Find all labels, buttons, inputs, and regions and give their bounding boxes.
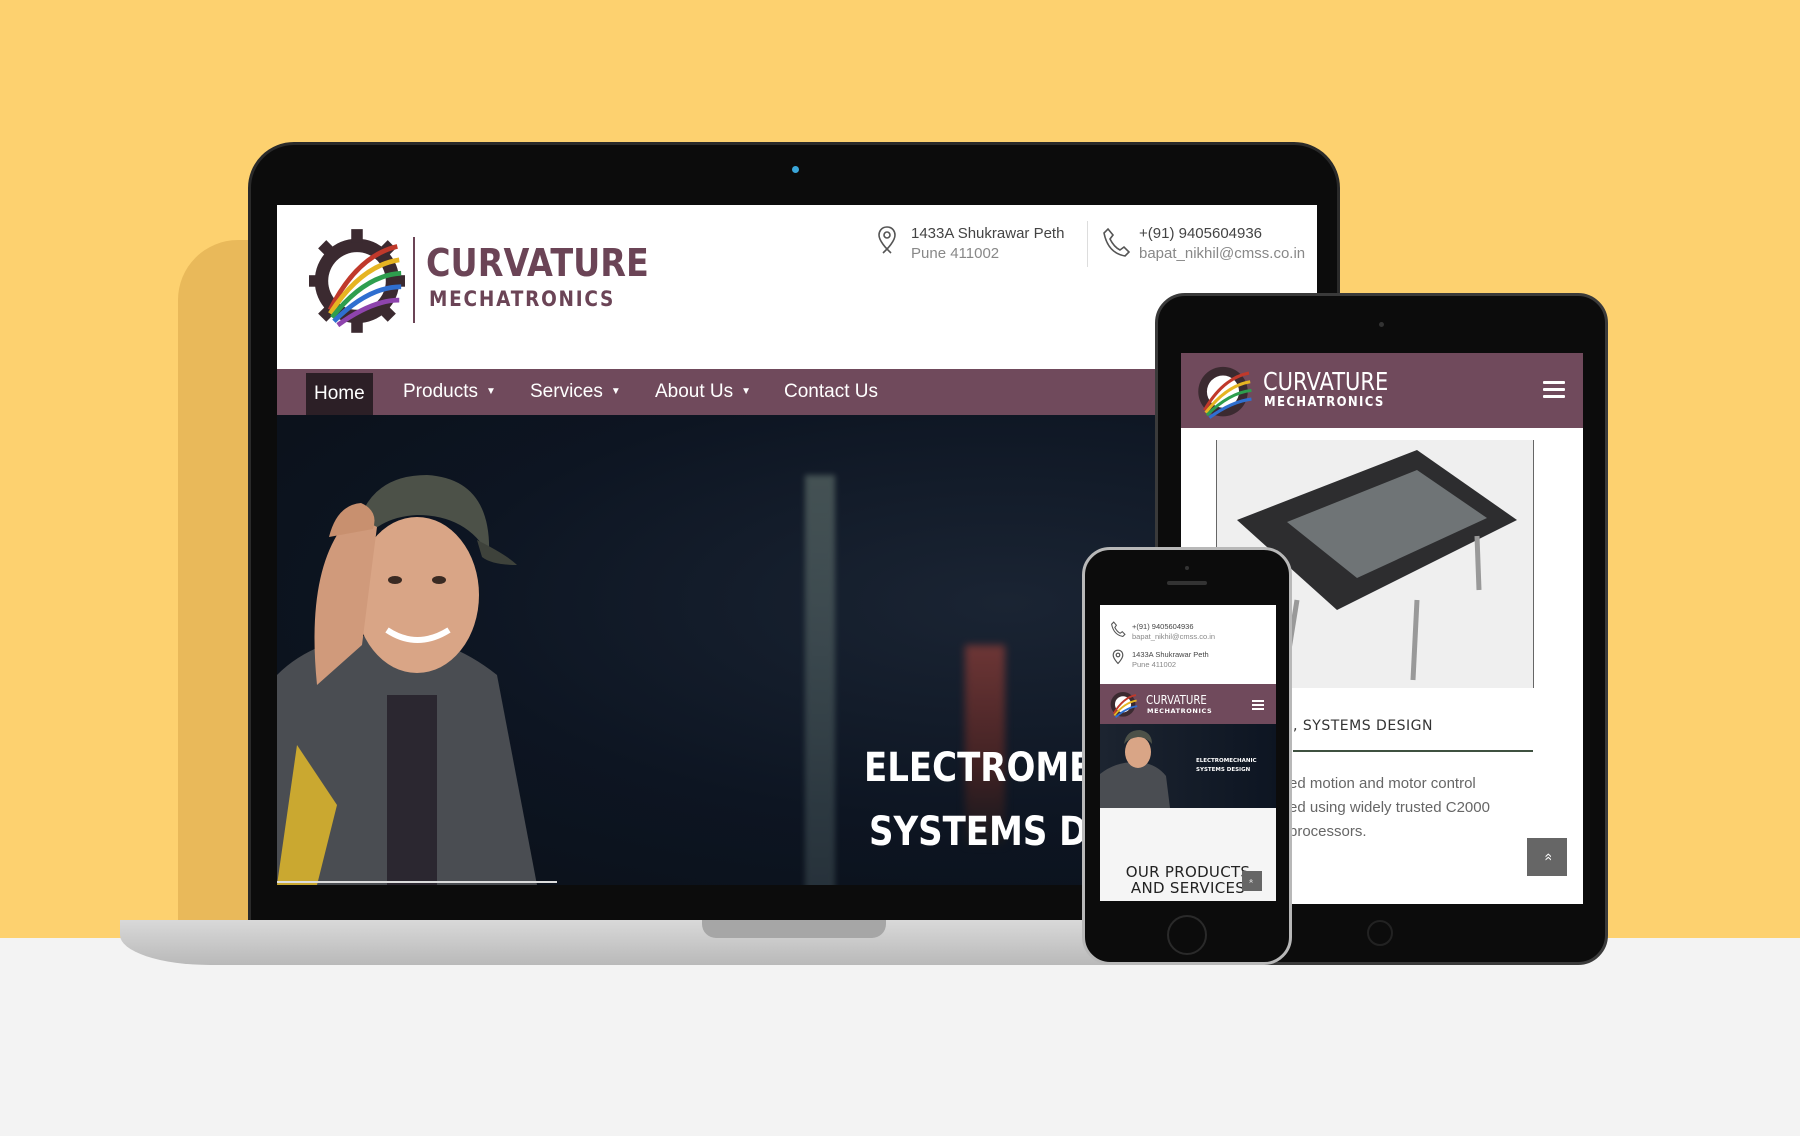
nav-services-label: Services	[530, 381, 603, 403]
tablet-header: CURVATURE MECHATRONICS	[1181, 353, 1583, 428]
tablet-desc-line1: ed motion and motor control	[1289, 775, 1476, 792]
phone-screen-address1: 1433A Shukrawar Peth	[1132, 650, 1209, 659]
phone-screen: +(91) 9405604936 bapat_nikhil@cmss.co.in…	[1100, 605, 1276, 901]
email-address[interactable]: bapat_nikhil@cmss.co.in	[1139, 245, 1305, 262]
hamburger-menu-icon[interactable]	[1252, 700, 1264, 710]
hero-background-tower	[805, 475, 835, 885]
phone-screen-address2: Pune 411002	[1132, 660, 1177, 669]
nav-contact-us[interactable]: Contact Us	[784, 369, 878, 415]
chevron-up-icon: »	[1248, 879, 1255, 883]
tablet-card-title: , SYSTEMS DESIGN	[1293, 718, 1434, 734]
gear-logo-icon	[309, 229, 405, 333]
caret-down-icon: ▼	[741, 386, 752, 397]
hero-progress-line	[277, 881, 557, 883]
tablet-desc-line3: processors.	[1289, 823, 1367, 840]
hamburger-menu-icon[interactable]	[1543, 381, 1565, 399]
background-floor	[0, 938, 1800, 1136]
nav-about-us[interactable]: About Us ▼	[655, 369, 751, 415]
hero-worker-image	[277, 475, 537, 885]
caret-down-icon: ▼	[485, 386, 496, 397]
nav-home[interactable]: Home	[306, 373, 373, 415]
header-divider	[1087, 221, 1088, 267]
tablet-desc-line2: ed using widely trusted C2000	[1289, 799, 1490, 816]
phone-number[interactable]: +(91) 9405604936	[1139, 225, 1262, 242]
nav-about-label: About Us	[655, 381, 734, 403]
phone-icon	[1111, 621, 1126, 637]
chevron-up-icon: »	[1538, 853, 1555, 861]
phone-hero-line1: ELECTROMECHANIC	[1196, 758, 1257, 764]
phone-logo-title: CURVATURE	[1146, 693, 1207, 707]
map-pin-icon	[1112, 649, 1124, 665]
nav-contact-label: Contact Us	[784, 381, 878, 402]
tablet-logo-subtitle: MECHATRONICS	[1264, 395, 1385, 410]
phone-icon	[1103, 227, 1130, 257]
logo-separator	[413, 237, 415, 323]
phone-hero-banner: ELECTROMECHANIC SYSTEMS DESIGN	[1100, 724, 1276, 808]
hero-worker-image	[1100, 730, 1170, 808]
caret-down-icon: ▼	[610, 386, 621, 397]
phone-hero-line2: SYSTEMS DESIGN	[1196, 767, 1251, 773]
tablet-camera	[1379, 322, 1384, 327]
phone-products-section: OUR PRODUCTS AND SERVICES »	[1100, 808, 1276, 901]
phone-hero-title: ELECTROMECHANIC SYSTEMS DESIGN	[1196, 757, 1257, 775]
phone-speaker	[1167, 581, 1207, 585]
gear-logo-icon	[1198, 366, 1252, 419]
address-line2: Pune 411002	[911, 245, 1000, 262]
tablet-logo-title: CURVATURE	[1263, 367, 1389, 396]
tablet-home-button	[1367, 920, 1393, 946]
map-pin-icon	[878, 226, 896, 254]
nav-home-label: Home	[314, 383, 365, 404]
laptop-notch	[702, 920, 886, 938]
phone-camera	[1185, 566, 1189, 570]
logo-title: CURVATURE	[426, 241, 649, 285]
phone-screen-phone[interactable]: +(91) 9405604936	[1132, 622, 1194, 631]
back-to-top-button[interactable]: »	[1527, 838, 1567, 876]
address-line1: 1433A Shukrawar Peth	[911, 225, 1065, 242]
nav-services[interactable]: Services ▼	[530, 369, 621, 415]
hero-title-line1: ELECTROMEC	[864, 745, 1118, 791]
phone-home-button	[1167, 915, 1207, 955]
laptop-camera	[792, 166, 799, 173]
logo-subtitle: MECHATRONICS	[429, 287, 616, 311]
tablet-card-rule	[1293, 750, 1533, 752]
nav-products-label: Products	[403, 381, 478, 403]
back-to-top-button[interactable]: »	[1242, 871, 1262, 891]
phone-navbar: CURVATURE MECHATRONICS	[1100, 684, 1276, 724]
phone-screen-email[interactable]: bapat_nikhil@cmss.co.in	[1132, 632, 1215, 641]
gear-logo-icon	[1110, 691, 1138, 718]
nav-products[interactable]: Products ▼	[403, 369, 496, 415]
phone-logo-subtitle: MECHATRONICS	[1147, 707, 1213, 715]
tablet-card-description: ed motion and motor control ed using wid…	[1289, 772, 1559, 844]
